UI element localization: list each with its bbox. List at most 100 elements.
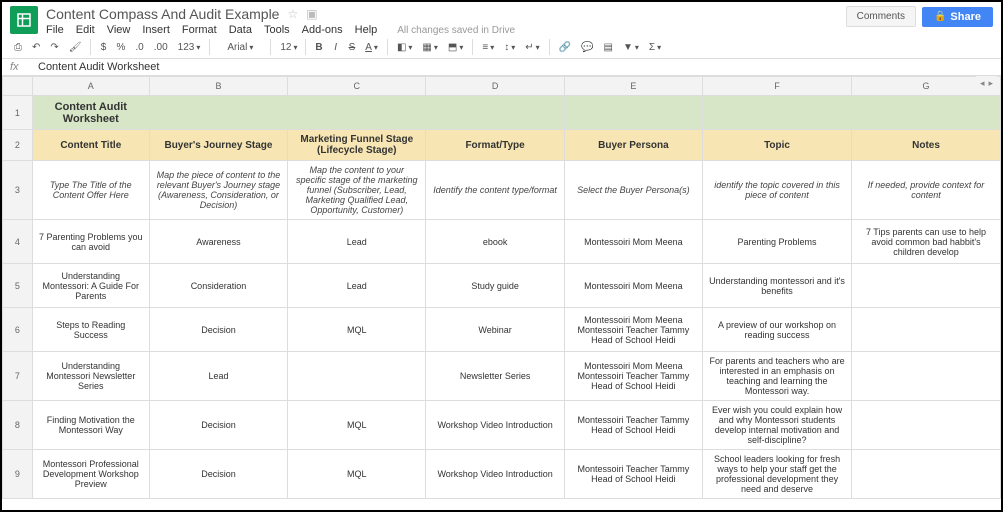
grid[interactable]: A B C D E F G 1Content Audit Worksheet2C… <box>2 76 1001 510</box>
menu-tools[interactable]: Tools <box>264 24 290 36</box>
cell[interactable]: Identify the content type/format <box>426 161 564 220</box>
cell[interactable]: Montessoiri Mom Meena Montessoiri Teache… <box>564 352 702 401</box>
cell[interactable]: Montessori Professional Development Work… <box>32 450 149 499</box>
currency-icon[interactable]: $ <box>96 40 110 55</box>
strike-icon[interactable]: S <box>345 40 360 55</box>
borders-icon[interactable]: ▦▾ <box>418 40 441 55</box>
row-head[interactable]: 9 <box>3 450 33 499</box>
valign-icon[interactable]: ↕▾ <box>500 40 519 55</box>
nav-left-icon[interactable]: ◂ <box>980 78 985 89</box>
redo-icon[interactable]: ↷ <box>46 40 62 55</box>
cell[interactable]: Map the content to your specific stage o… <box>288 161 426 220</box>
cell[interactable]: Study guide <box>426 264 564 308</box>
cell[interactable]: Understanding montessori and it's benefi… <box>703 264 852 308</box>
cell[interactable] <box>564 96 702 130</box>
cell[interactable]: Steps to Reading Success <box>32 308 149 352</box>
font-size[interactable]: 12▾ <box>276 40 300 55</box>
cell[interactable]: Workshop Video Introduction <box>426 450 564 499</box>
cell[interactable]: Workshop Video Introduction <box>426 401 564 450</box>
cell[interactable]: Understanding Montessori: A Guide For Pa… <box>32 264 149 308</box>
cell[interactable]: Decision <box>149 401 287 450</box>
paint-format-icon[interactable]: 🖌 <box>65 40 86 55</box>
print-icon[interactable]: ⎙ <box>10 40 26 55</box>
cell[interactable]: Content Audit Worksheet <box>32 96 149 130</box>
percent-icon[interactable]: % <box>112 40 129 55</box>
cell[interactable]: Format/Type <box>426 130 564 161</box>
sheets-logo[interactable] <box>10 6 38 34</box>
row-head[interactable]: 5 <box>3 264 33 308</box>
row-head[interactable]: 7 <box>3 352 33 401</box>
chart-icon[interactable]: ▤ <box>600 40 617 55</box>
cell[interactable]: Understanding Montessori Newsletter Seri… <box>32 352 149 401</box>
cell[interactable]: Marketing Funnel Stage (Lifecycle Stage) <box>288 130 426 161</box>
scroll-nav[interactable]: ◂▸ <box>976 76 997 91</box>
merge-icon[interactable]: ⬒▾ <box>444 40 467 55</box>
cell[interactable] <box>426 96 564 130</box>
row-head[interactable]: 8 <box>3 401 33 450</box>
share-button[interactable]: 🔒Share <box>922 7 993 27</box>
cell[interactable]: Consideration <box>149 264 287 308</box>
cell[interactable]: Montessoiri Mom Meena <box>564 220 702 264</box>
cell[interactable]: Decision <box>149 308 287 352</box>
menu-view[interactable]: View <box>107 24 131 36</box>
cell[interactable]: identify the topic covered in this piece… <box>703 161 852 220</box>
menu-data[interactable]: Data <box>229 24 252 36</box>
link-icon[interactable]: 🔗 <box>555 40 575 55</box>
cell[interactable] <box>703 96 852 130</box>
cell[interactable]: Lead <box>149 352 287 401</box>
number-format[interactable]: 123▾ <box>174 40 205 55</box>
cell[interactable]: Decision <box>149 450 287 499</box>
menu-help[interactable]: Help <box>355 24 378 36</box>
cell[interactable]: Finding Motivation the Montessori Way <box>32 401 149 450</box>
cell[interactable]: ebook <box>426 220 564 264</box>
cell[interactable]: A preview of our workshop on reading suc… <box>703 308 852 352</box>
cell[interactable]: Buyer's Journey Stage <box>149 130 287 161</box>
formula-input[interactable] <box>38 61 993 73</box>
cell[interactable]: Select the Buyer Persona(s) <box>564 161 702 220</box>
menu-addons[interactable]: Add-ons <box>302 24 343 36</box>
cell[interactable]: 7 Parenting Problems you can avoid <box>32 220 149 264</box>
comments-button[interactable]: Comments <box>846 6 916 27</box>
cell[interactable]: Montessoiri Teacher Tammy Head of School… <box>564 401 702 450</box>
halign-icon[interactable]: ≡▾ <box>478 40 498 55</box>
row-head[interactable]: 2 <box>3 130 33 161</box>
text-color-icon[interactable]: A▾ <box>361 40 382 55</box>
cell[interactable]: School leaders looking for fresh ways to… <box>703 450 852 499</box>
row-head[interactable]: 6 <box>3 308 33 352</box>
row-head[interactable]: 3 <box>3 161 33 220</box>
fill-color-icon[interactable]: ◧▾ <box>393 40 416 55</box>
italic-icon[interactable]: I <box>329 40 343 55</box>
cell[interactable]: Ever wish you could explain how and why … <box>703 401 852 450</box>
cell[interactable]: MQL <box>288 308 426 352</box>
cell[interactable]: Montessoiri Teacher Tammy Head of School… <box>564 450 702 499</box>
cell[interactable] <box>852 352 1001 401</box>
col-head-E[interactable]: E <box>564 77 702 96</box>
bold-icon[interactable]: B <box>311 40 326 55</box>
col-head-D[interactable]: D <box>426 77 564 96</box>
functions-icon[interactable]: Σ▾ <box>645 40 665 55</box>
cell[interactable]: Buyer Persona <box>564 130 702 161</box>
col-head-F[interactable]: F <box>703 77 852 96</box>
cell[interactable]: Webinar <box>426 308 564 352</box>
cell[interactable] <box>852 450 1001 499</box>
row-head[interactable]: 1 <box>3 96 33 130</box>
menu-edit[interactable]: Edit <box>76 24 95 36</box>
row-head[interactable]: 4 <box>3 220 33 264</box>
cell[interactable]: Awareness <box>149 220 287 264</box>
menu-file[interactable]: File <box>46 24 64 36</box>
cell[interactable]: Topic <box>703 130 852 161</box>
filter-icon[interactable]: ▼▾ <box>619 40 643 55</box>
cell[interactable]: Montessoiri Mom Meena <box>564 264 702 308</box>
col-head-B[interactable]: B <box>149 77 287 96</box>
undo-icon[interactable]: ↶ <box>28 40 44 55</box>
cell[interactable]: Parenting Problems <box>703 220 852 264</box>
doc-title[interactable]: Content Compass And Audit Example <box>46 6 279 22</box>
cell[interactable]: Newsletter Series <box>426 352 564 401</box>
cell[interactable]: 7 Tips parents can use to help avoid com… <box>852 220 1001 264</box>
cell[interactable]: Content Title <box>32 130 149 161</box>
cell[interactable]: Lead <box>288 264 426 308</box>
cell[interactable] <box>852 308 1001 352</box>
cell[interactable]: Map the piece of content to the relevant… <box>149 161 287 220</box>
menu-format[interactable]: Format <box>182 24 217 36</box>
comment-icon[interactable]: 💬 <box>577 40 597 55</box>
